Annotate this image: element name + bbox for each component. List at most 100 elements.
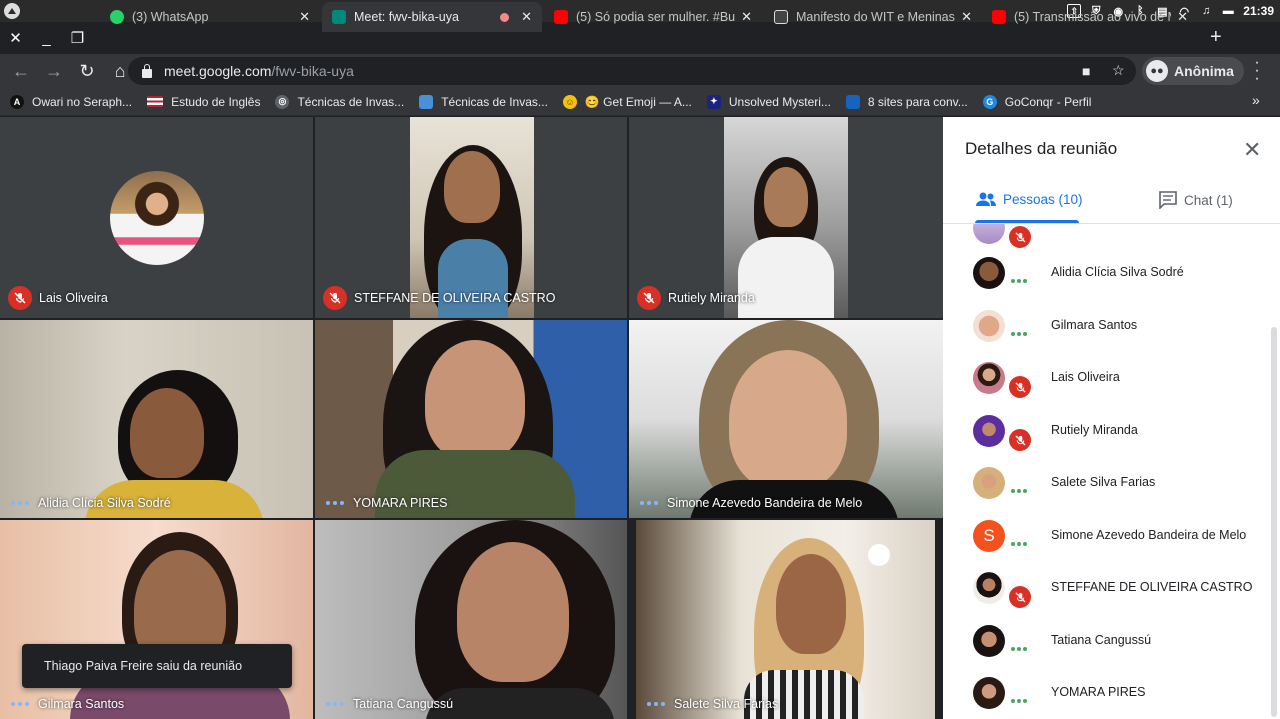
participant-name: Simone Azevedo Bandeira de Melo — [1051, 528, 1247, 542]
participant-name: STEFFANE DE OLIVEIRA CASTRO — [1051, 580, 1253, 594]
bookmark-item[interactable]: Estudo de Inglês — [147, 95, 260, 109]
browser-menu-icon[interactable]: · · · — [1250, 55, 1264, 87]
chat-icon — [1159, 191, 1177, 209]
video-tile[interactable]: Rutiely Miranda — [629, 117, 943, 318]
tab-close-icon[interactable]: ✕ — [299, 9, 310, 25]
participant-name: YOMARA PIRES — [353, 496, 448, 510]
participant-video — [315, 320, 627, 518]
list-item[interactable]: Salete Silva Farias — [943, 457, 1280, 509]
avatar — [973, 625, 1005, 657]
battery-icon[interactable]: ▬ — [1221, 4, 1235, 18]
tab-close-icon[interactable]: ✕ — [1177, 9, 1188, 25]
whatsapp-icon — [110, 10, 124, 24]
bookmark-item[interactable]: Técnicas de Invas... — [419, 94, 548, 109]
tile-name-row: YOMARA PIRES — [323, 496, 447, 510]
tab-chat-label: Chat (1) — [1184, 192, 1233, 208]
profile-label: Anônima — [1174, 63, 1234, 79]
mic-off-icon — [323, 286, 347, 310]
video-tile[interactable]: Gilmara Santos — [0, 520, 313, 719]
audio-level-icon — [326, 501, 344, 505]
video-tile[interactable]: Simone Azevedo Bandeira de Melo — [629, 320, 943, 518]
participant-video — [0, 520, 313, 719]
tab-close-icon[interactable]: ✕ — [741, 9, 752, 25]
video-tile[interactable]: YOMARA PIRES — [315, 320, 627, 518]
avatar — [973, 572, 1005, 604]
clock[interactable]: 21:39 — [1243, 4, 1274, 18]
bookmark-item[interactable]: G GoConqr - Perfil — [982, 94, 1091, 109]
participant-name: Salete Silva Farias — [1051, 475, 1156, 489]
address-bar[interactable]: meet.google.com/fwv-bika-uya ■ ☆ — [128, 57, 1136, 85]
video-tile[interactable]: Tatiana Cangussú — [315, 520, 627, 719]
url-text[interactable]: meet.google.com/fwv-bika-uya — [164, 63, 354, 79]
avatar: S — [973, 520, 1005, 552]
audio-level-icon — [1011, 647, 1027, 651]
list-item[interactable]: Tatiana Cangussú — [943, 615, 1280, 667]
tab-youtube-2[interactable]: (5) Transmissão ao vivo de M ✕ — [982, 2, 1198, 32]
tab-close-icon[interactable]: ✕ — [521, 9, 532, 25]
participant-name: Alidia Clícia Silva Sodré — [38, 496, 171, 510]
list-item[interactable]: Alidia Clícia Silva Sodré — [943, 247, 1280, 299]
reload-icon[interactable]: ↻ — [72, 56, 102, 86]
bookmarks-overflow-icon[interactable]: » — [1252, 92, 1260, 108]
video-tile[interactable]: Lais Oliveira — [0, 117, 313, 318]
os-launcher-icon[interactable] — [4, 3, 20, 19]
new-tab-icon[interactable]: + — [1210, 26, 1222, 49]
video-tile[interactable]: Alidia Clícia Silva Sodré — [0, 320, 313, 518]
people-list: Alidia Clícia Silva Sodré Gilmara Santos… — [943, 224, 1280, 719]
tab-meet[interactable]: Meet: fwv-bika-uya ✕ — [322, 2, 542, 32]
participant-name: STEFFANE DE OLIVEIRA CASTRO — [354, 291, 556, 305]
audio-level-icon — [11, 501, 29, 505]
tab-label: (3) WhatsApp — [132, 10, 209, 24]
tab-chat[interactable]: Chat (1) — [1158, 191, 1233, 209]
video-tile[interactable]: Salete Silva Farias — [636, 520, 935, 719]
laptop-icon — [419, 94, 434, 109]
list-item[interactable]: Lais Oliveira — [943, 352, 1280, 404]
list-item[interactable]: Gilmara Santos — [943, 300, 1280, 352]
recording-dot-icon — [500, 12, 510, 22]
notification-toast: Thiago Paiva Freire saiu da reunião — [22, 644, 292, 688]
participant-name: Rutiely Miranda — [668, 291, 755, 305]
profile-button[interactable]: ●● Anônima — [1142, 57, 1244, 85]
back-arrow-icon[interactable]: ← — [6, 56, 36, 86]
participant-name: YOMARA PIRES — [1051, 685, 1146, 699]
avatar — [973, 362, 1005, 394]
bookmark-item[interactable]: ☺ 😊 Get Emoji — A... — [562, 94, 692, 109]
participant-name: Lais Oliveira — [39, 291, 108, 305]
list-item[interactable]: S Simone Azevedo Bandeira de Melo — [943, 510, 1280, 562]
list-item[interactable]: STEFFANE DE OLIVEIRA CASTRO — [943, 562, 1280, 614]
tab-people[interactable]: Pessoas (10) — [975, 191, 1083, 207]
window-close-icon[interactable]: ✕ — [0, 22, 31, 54]
tab-youtube-1[interactable]: (5) Só podia ser mulher. #Bu ✕ — [544, 2, 762, 32]
bookmark-star-icon[interactable]: ☆ — [1112, 62, 1125, 79]
mic-off-icon — [1009, 226, 1031, 248]
tile-name-row: Alidia Clícia Silva Sodré — [8, 496, 171, 510]
tab-wit[interactable]: Manifesto do WIT e Meninas ✕ — [764, 2, 982, 32]
tile-name-row: Lais Oliveira — [8, 286, 108, 310]
close-icon[interactable]: ✕ — [1243, 137, 1261, 163]
participant-name: Alidia Clícia Silva Sodré — [1051, 265, 1184, 279]
camera-icon[interactable]: ■ — [1082, 63, 1090, 79]
window-restore-icon[interactable]: ❐ — [62, 22, 93, 54]
tab-label: Manifesto do WIT e Meninas — [796, 10, 955, 24]
forward-arrow-icon[interactable]: → — [39, 56, 69, 86]
bookmark-item[interactable]: 8 sites para conv... — [845, 94, 968, 109]
bookmark-item[interactable]: ◎ Técnicas de Invas... — [275, 94, 404, 109]
video-tile[interactable]: STEFFANE DE OLIVEIRA CASTRO — [315, 117, 627, 318]
tab-close-icon[interactable]: ✕ — [961, 9, 972, 25]
music-icon[interactable]: ♫ — [1199, 4, 1213, 18]
lock-icon[interactable] — [142, 63, 152, 78]
bookmark-item[interactable]: A Owari no Seraph... — [10, 94, 132, 109]
globe-icon: ◎ — [275, 94, 290, 109]
list-item[interactable]: YOMARA PIRES — [943, 667, 1280, 719]
list-item[interactable]: Rutiely Miranda — [943, 405, 1280, 457]
audio-level-icon — [647, 702, 665, 706]
youtube-icon — [992, 10, 1006, 24]
bookmark-item[interactable]: ✦ Unsolved Mysteri... — [706, 94, 831, 109]
window-minimize-icon[interactable]: _ — [31, 22, 62, 54]
mic-off-icon — [1009, 586, 1031, 608]
participant-name: Simone Azevedo Bandeira de Melo — [667, 496, 863, 510]
tab-whatsapp[interactable]: (3) WhatsApp ✕ — [100, 2, 320, 32]
tab-people-label: Pessoas (10) — [1003, 191, 1083, 207]
people-list-scrollbar[interactable] — [1271, 327, 1277, 717]
audio-level-icon — [326, 702, 344, 706]
